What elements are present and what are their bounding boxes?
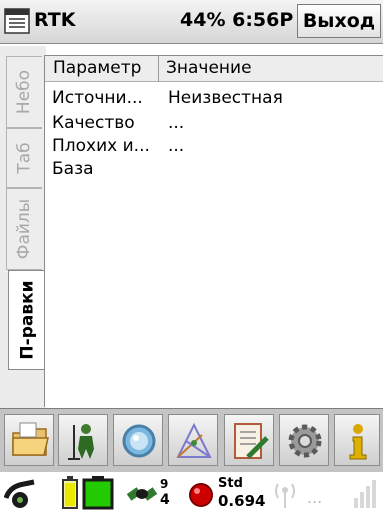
tab-files-label: Файлы [14, 198, 35, 260]
notebook-pen-icon [234, 423, 269, 459]
network-triangle-icon [176, 422, 212, 458]
start-menu-icon[interactable] [4, 8, 30, 34]
cogo-button[interactable] [168, 414, 218, 466]
tab-sky[interactable]: Небо [6, 56, 42, 128]
search-button[interactable] [113, 414, 163, 466]
satellite-icon[interactable] [126, 478, 160, 514]
battery-icon [62, 476, 78, 514]
precision-label: Std [218, 476, 243, 491]
tab-corrections[interactable]: П-равки [8, 270, 46, 370]
column-divider[interactable] [158, 56, 159, 82]
table-row-value[interactable]: ... [168, 136, 184, 156]
precision-value: 0.694 [218, 492, 266, 510]
table-row-param[interactable]: Плохих и... [52, 136, 150, 156]
receiver-icon[interactable] [3, 476, 38, 514]
link-status-ellipsis: ... [307, 488, 323, 507]
gear-icon [288, 424, 322, 458]
table-row-value[interactable]: ... [168, 113, 184, 133]
table-row-value[interactable]: Неизвестная [168, 88, 283, 108]
table-row-param[interactable]: База [52, 159, 94, 179]
app-title: RTK [34, 9, 76, 31]
column-header-parameter[interactable]: Параметр [53, 58, 141, 78]
exit-button[interactable]: Выход [297, 4, 381, 38]
radio-antenna-icon[interactable] [272, 478, 298, 514]
tab-sky-label: Небо [14, 69, 35, 115]
folder-icon [12, 422, 49, 456]
tab-table-label: Таб [14, 142, 35, 174]
info-button[interactable] [334, 414, 380, 466]
survey-button[interactable] [58, 414, 108, 466]
solution-led-icon [188, 482, 214, 512]
satellites-tracked: 9 [160, 477, 169, 491]
table-row-param[interactable]: Качество [52, 113, 135, 133]
settings-button[interactable] [279, 414, 329, 466]
battery-clock-status: 44% 6:56P [180, 9, 294, 31]
tab-table[interactable]: Таб [6, 128, 42, 188]
signal-bars-icon [352, 480, 378, 514]
satellites-used: 4 [160, 492, 170, 508]
table-row-param[interactable]: Источни... [52, 88, 143, 108]
info-icon [349, 424, 367, 460]
open-file-button[interactable] [4, 414, 54, 466]
tab-files[interactable]: Файлы [6, 188, 42, 270]
magnifier-icon [122, 424, 156, 458]
surveyor-icon [68, 424, 94, 460]
battery-secondary-icon [82, 476, 116, 514]
notes-button[interactable] [224, 414, 274, 466]
column-header-value[interactable]: Значение [166, 58, 252, 78]
tab-corrections-label: П-равки [17, 280, 38, 360]
